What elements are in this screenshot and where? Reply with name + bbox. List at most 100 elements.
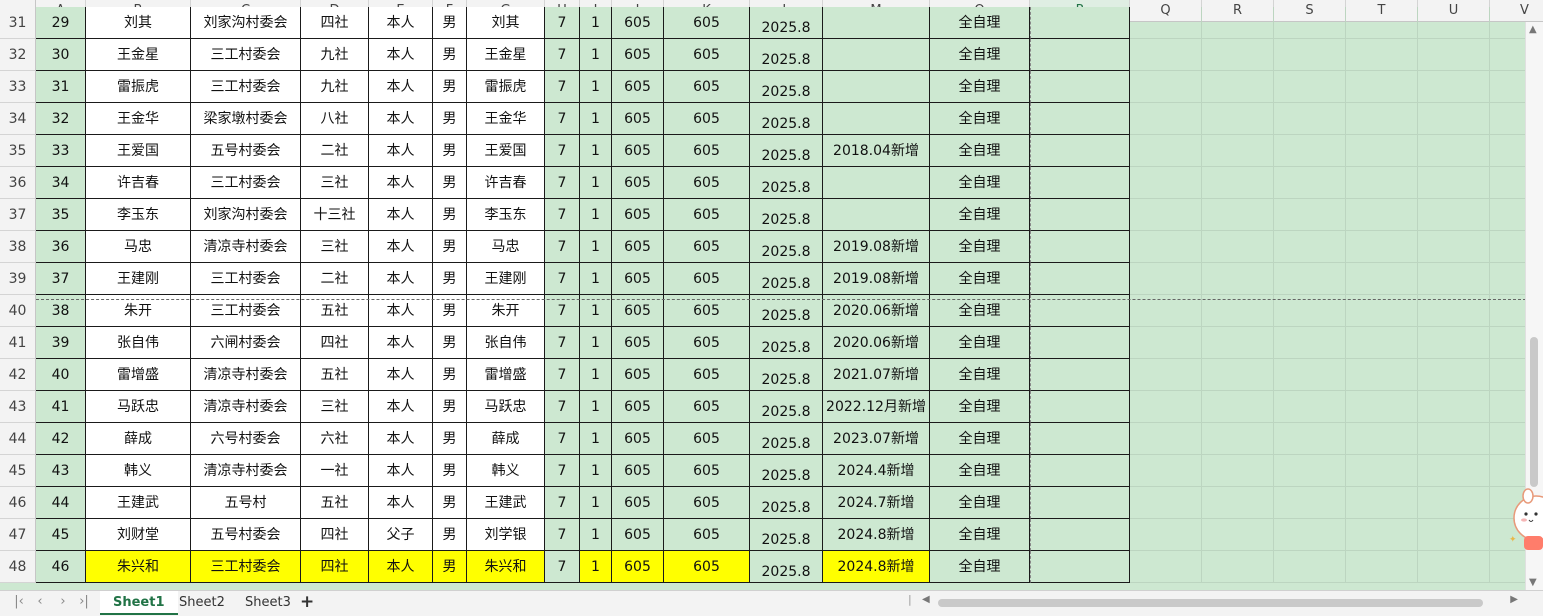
empty-cell[interactable] [1202, 455, 1274, 487]
table-cell[interactable]: 全自理 [930, 423, 1030, 455]
table-cell[interactable]: 605 [612, 519, 664, 551]
row-header[interactable]: 40 [0, 295, 36, 327]
table-cell[interactable]: 父子 [369, 519, 433, 551]
table-cell[interactable]: 男 [433, 71, 467, 103]
table-cell[interactable]: 1 [580, 359, 612, 391]
table-cell[interactable]: 7 [545, 327, 580, 359]
table-cell[interactable]: 马忠 [467, 231, 545, 263]
row-header[interactable]: 44 [0, 423, 36, 455]
table-cell[interactable]: 全自理 [930, 231, 1030, 263]
table-cell[interactable]: 八社 [301, 103, 369, 135]
next-sheet-icon[interactable]: › [56, 594, 70, 609]
table-cell[interactable]: 46 [36, 551, 86, 583]
table-cell[interactable]: 1 [580, 327, 612, 359]
empty-cell[interactable] [1030, 39, 1130, 71]
table-cell[interactable]: 7 [545, 551, 580, 583]
table-cell[interactable]: 605 [664, 487, 750, 519]
empty-cell[interactable] [1130, 103, 1202, 135]
table-cell[interactable]: 7 [545, 103, 580, 135]
empty-cell[interactable] [1030, 71, 1130, 103]
table-cell[interactable]: 41 [36, 391, 86, 423]
table-cell[interactable]: 33 [36, 135, 86, 167]
table-cell[interactable]: 刘家沟村委会 [191, 199, 301, 231]
table-cell[interactable]: 1 [580, 231, 612, 263]
vertical-scroll-thumb[interactable] [1530, 337, 1538, 487]
empty-cell[interactable] [1418, 423, 1490, 455]
table-cell[interactable]: 三社 [301, 391, 369, 423]
table-cell[interactable]: 本人 [369, 135, 433, 167]
table-cell[interactable]: 王金星 [467, 39, 545, 71]
table-cell[interactable]: 1 [580, 263, 612, 295]
table-cell[interactable]: 男 [433, 39, 467, 71]
empty-cell[interactable] [1030, 7, 1130, 39]
empty-cell[interactable] [1030, 455, 1130, 487]
scroll-divider-icon[interactable]: | [908, 593, 912, 606]
empty-cell[interactable] [1274, 71, 1346, 103]
empty-cell[interactable] [1418, 231, 1490, 263]
table-cell[interactable]: 2024.4新增 [823, 455, 930, 487]
empty-cell[interactable] [1346, 263, 1418, 295]
table-cell[interactable]: 本人 [369, 39, 433, 71]
empty-cell[interactable] [1030, 391, 1130, 423]
empty-cell[interactable] [1202, 423, 1274, 455]
table-cell[interactable]: 本人 [369, 199, 433, 231]
table-cell[interactable]: 王金星 [86, 39, 191, 71]
empty-cell[interactable] [1346, 231, 1418, 263]
table-cell[interactable]: 605 [664, 359, 750, 391]
table-cell[interactable]: 男 [433, 391, 467, 423]
table-cell[interactable]: 全自理 [930, 359, 1030, 391]
row-header[interactable]: 31 [0, 7, 36, 39]
table-cell[interactable]: 1 [580, 7, 612, 39]
table-cell[interactable]: 本人 [369, 103, 433, 135]
table-cell[interactable]: 男 [433, 327, 467, 359]
prev-sheet-icon[interactable]: ‹ [33, 594, 47, 609]
table-cell[interactable]: 7 [545, 263, 580, 295]
table-cell[interactable]: 35 [36, 199, 86, 231]
empty-cell[interactable] [1202, 231, 1274, 263]
table-cell[interactable]: 本人 [369, 487, 433, 519]
table-cell[interactable]: 2024.8新增 [823, 519, 930, 551]
table-cell[interactable]: 朱兴和 [86, 551, 191, 583]
table-cell[interactable]: 2025.8 [750, 455, 823, 487]
table-cell[interactable]: 九社 [301, 71, 369, 103]
table-cell[interactable]: 四社 [301, 519, 369, 551]
table-cell[interactable]: 605 [612, 487, 664, 519]
table-cell[interactable]: 本人 [369, 359, 433, 391]
table-cell[interactable]: 本人 [369, 423, 433, 455]
table-cell[interactable]: 刘其 [467, 7, 545, 39]
empty-cell[interactable] [1346, 455, 1418, 487]
table-cell[interactable]: 2025.8 [750, 327, 823, 359]
table-cell[interactable]: 王建刚 [86, 263, 191, 295]
horizontal-scroll-thumb[interactable] [938, 599, 1483, 607]
row-header[interactable]: 45 [0, 455, 36, 487]
table-cell[interactable]: 605 [664, 71, 750, 103]
empty-cell[interactable] [1030, 551, 1130, 583]
table-cell[interactable]: 全自理 [930, 103, 1030, 135]
table-cell[interactable]: 7 [545, 199, 580, 231]
table-cell[interactable]: 清凉寺村委会 [191, 455, 301, 487]
table-cell[interactable]: 7 [545, 167, 580, 199]
table-cell[interactable]: 2025.8 [750, 551, 823, 583]
empty-cell[interactable] [1418, 487, 1490, 519]
table-cell[interactable]: 朱兴和 [467, 551, 545, 583]
table-cell[interactable]: 李玉东 [467, 199, 545, 231]
empty-cell[interactable] [1130, 199, 1202, 231]
table-cell[interactable]: 605 [612, 199, 664, 231]
table-cell[interactable]: 全自理 [930, 39, 1030, 71]
row-header[interactable]: 34 [0, 103, 36, 135]
empty-cell[interactable] [1346, 519, 1418, 551]
table-cell[interactable]: 五号村委会 [191, 519, 301, 551]
empty-cell[interactable] [1274, 39, 1346, 71]
table-cell[interactable]: 2025.8 [750, 167, 823, 199]
first-sheet-icon[interactable]: |‹ [12, 594, 26, 609]
empty-cell[interactable] [1202, 487, 1274, 519]
table-cell[interactable]: 清凉寺村委会 [191, 359, 301, 391]
table-cell[interactable]: 本人 [369, 231, 433, 263]
table-cell[interactable] [823, 39, 930, 71]
table-cell[interactable]: 六闸村委会 [191, 327, 301, 359]
table-cell[interactable]: 全自理 [930, 487, 1030, 519]
table-cell[interactable]: 36 [36, 231, 86, 263]
table-cell[interactable]: 1 [580, 199, 612, 231]
empty-cell[interactable] [1030, 199, 1130, 231]
table-cell[interactable]: 王建刚 [467, 263, 545, 295]
